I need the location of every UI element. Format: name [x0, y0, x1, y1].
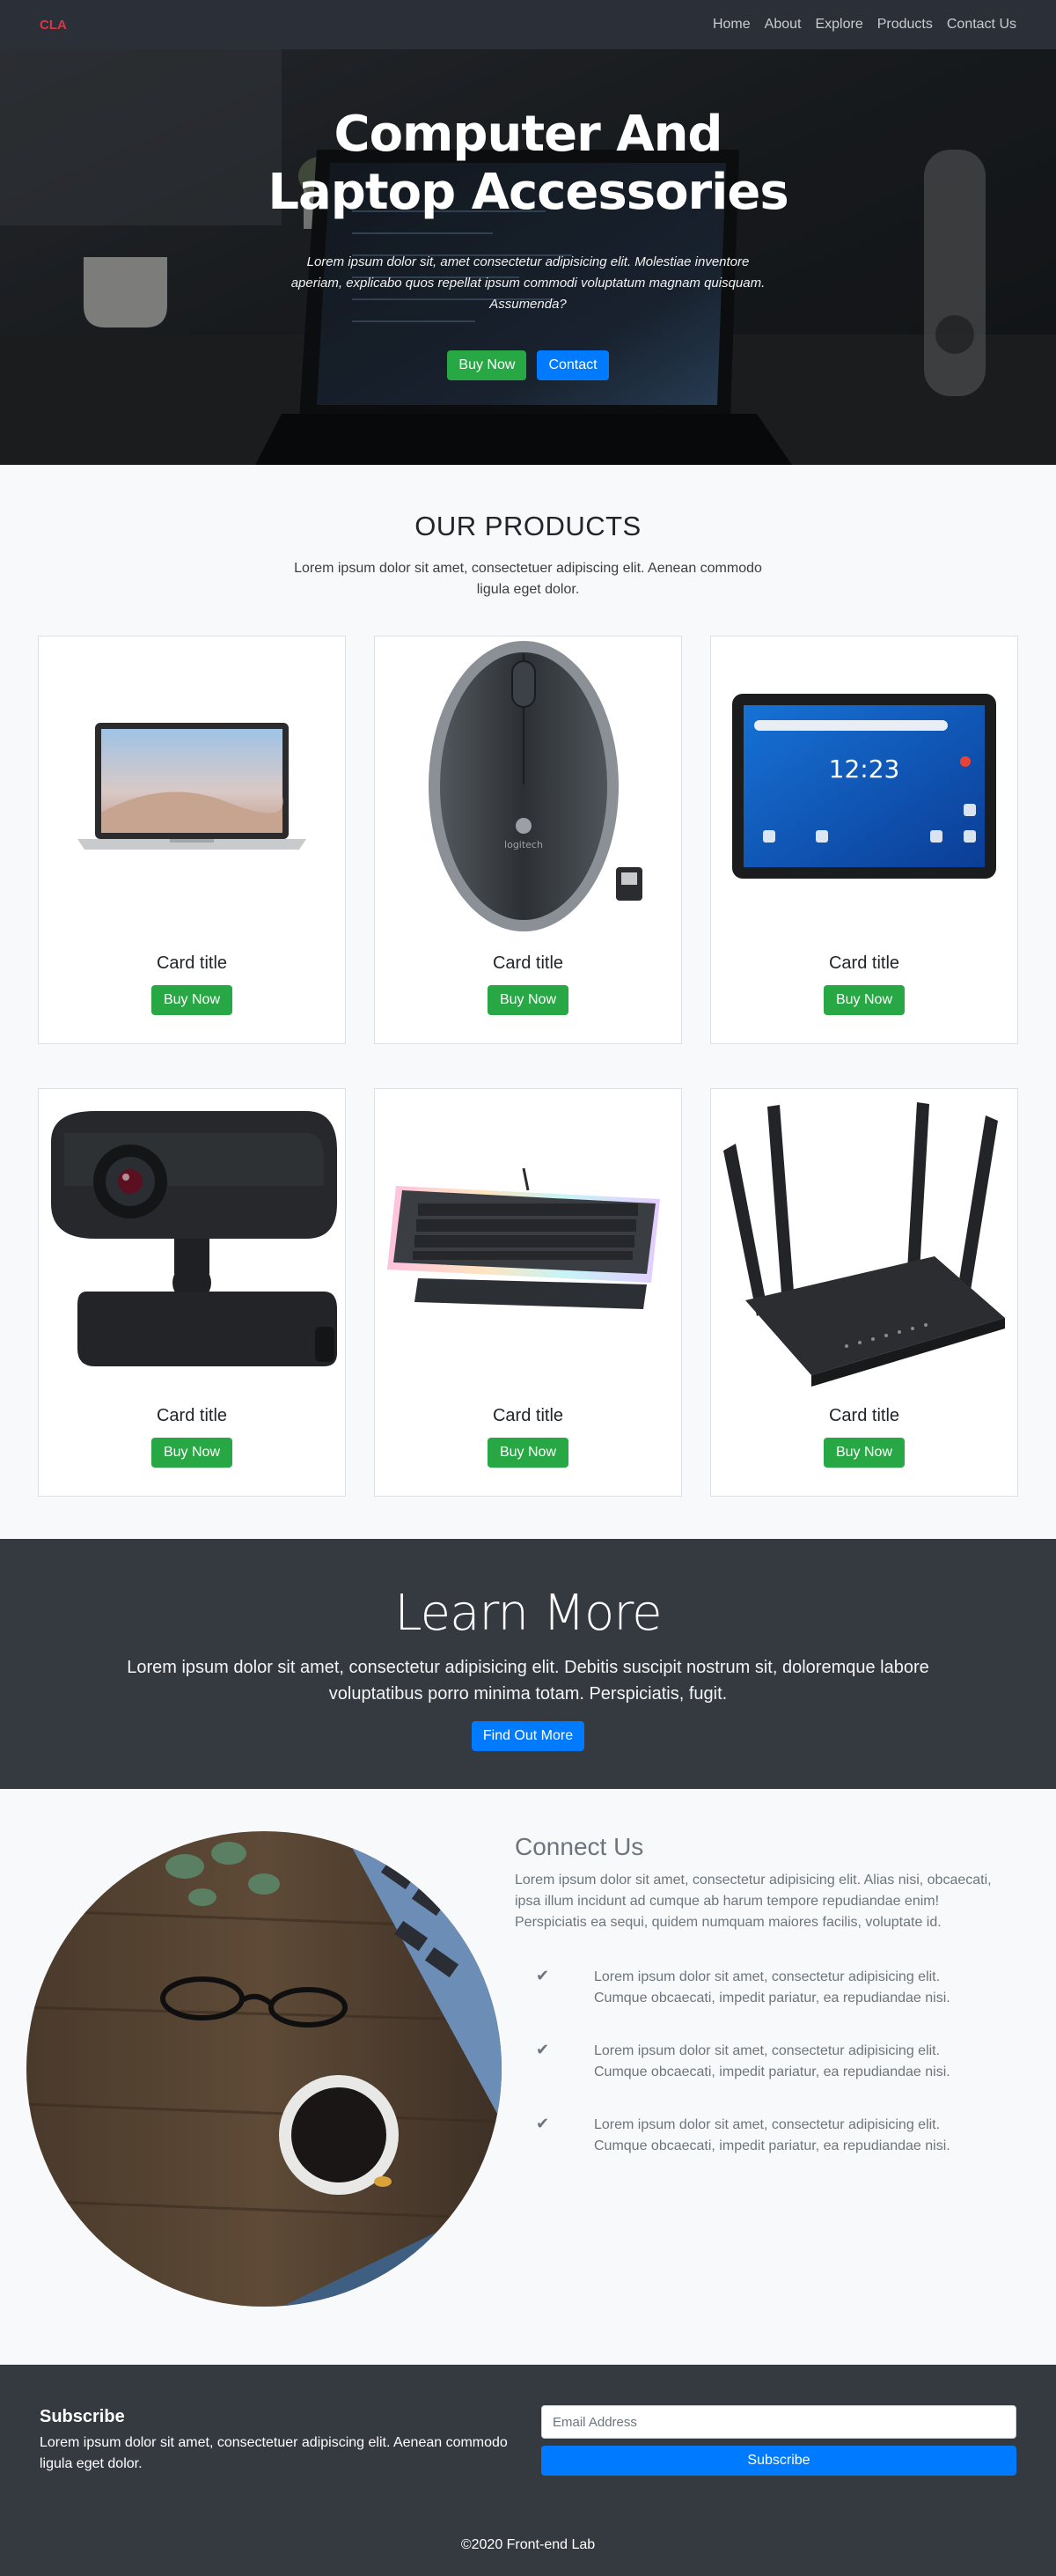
mouse-image: logitech: [375, 637, 681, 936]
tablet-clock: 12:23: [829, 754, 900, 784]
product-card: Card title Buy Now: [710, 1088, 1018, 1497]
card-title: Card title: [492, 1406, 564, 1425]
card-buy-now-button[interactable]: Buy Now: [150, 1438, 233, 1468]
hero-title-line1: Computer And: [334, 106, 722, 163]
card-title: Card title: [156, 953, 228, 973]
learn-more-section: Learn More Lorem ipsum dolor sit amet, c…: [0, 1539, 1056, 1789]
subscribe-button[interactable]: Subscribe: [541, 2446, 1016, 2476]
connect-content: Connect Us Lorem ipsum dolor sit amet, c…: [515, 1833, 1008, 2157]
brand-logo[interactable]: CLA: [40, 18, 67, 33]
card-buy-now-button[interactable]: Buy Now: [823, 985, 906, 1015]
connect-section: Connect Us Lorem ipsum dolor sit amet, c…: [0, 1789, 1056, 2365]
card-buy-now-button[interactable]: Buy Now: [150, 985, 233, 1015]
product-card: logitech Card title Buy Now: [374, 636, 682, 1044]
subscribe-info: Subscribe Lorem ipsum dolor sit amet, co…: [40, 2407, 515, 2475]
check-icon: ✔: [536, 2115, 550, 2132]
connect-intro: Lorem ipsum dolor sit amet, consectetur …: [515, 1873, 992, 1930]
nav-links: Home About Explore Products Contact Us: [713, 17, 1016, 33]
learn-more-text: Lorem ipsum dolor sit amet, consectetur …: [127, 1658, 929, 1704]
card-buy-now-button[interactable]: Buy Now: [823, 1438, 906, 1468]
find-out-more-button[interactable]: Find Out More: [471, 1721, 585, 1751]
product-card: Card title Buy Now: [38, 636, 346, 1044]
learn-more-heading: Learn More: [394, 1585, 662, 1642]
copyright: ©2020 Front-end Lab: [460, 2537, 596, 2552]
hero-content: Computer And Laptop Accessories Lorem ip…: [0, 49, 1056, 465]
hero-contact-button[interactable]: Contact: [537, 350, 609, 380]
products-section: OUR PRODUCTS Lorem ipsum dolor sit amet,…: [0, 465, 1056, 1539]
hero-text: Lorem ipsum dolor sit, amet consectetur …: [290, 254, 766, 312]
card-title: Card title: [828, 953, 900, 973]
router-image: [711, 1089, 1017, 1388]
mouse-brand-label: logitech: [504, 839, 543, 850]
feature-item: ✔ Lorem ipsum dolor sit amet, consectetu…: [515, 2041, 1008, 2083]
footer: Subscribe Lorem ipsum dolor sit amet, co…: [0, 2365, 1056, 2576]
connect-heading: Connect Us: [515, 1833, 644, 1860]
product-card: Card title Buy Now: [374, 1088, 682, 1497]
desk-photo: [26, 1831, 502, 2307]
nav-link-explore[interactable]: Explore: [815, 17, 862, 33]
hero-section: Computer And Laptop Accessories Lorem ip…: [0, 0, 1056, 465]
product-card: 12:23 Card title Buy Now: [710, 636, 1018, 1044]
subscribe-text: Lorem ipsum dolor sit amet, consectetuer…: [40, 2435, 508, 2471]
hero-title-line2: Laptop Accessories: [268, 164, 788, 221]
product-card: Card title Buy Now: [38, 1088, 346, 1497]
feature-text: Lorem ipsum dolor sit amet, consectetur …: [594, 1969, 950, 2006]
feature-item: ✔ Lorem ipsum dolor sit amet, consectetu…: [515, 1967, 1008, 2009]
products-lead: Lorem ipsum dolor sit amet, consectetuer…: [294, 561, 762, 597]
email-input[interactable]: [541, 2405, 1016, 2439]
card-buy-now-button[interactable]: Buy Now: [487, 985, 569, 1015]
subscribe-form: Subscribe: [541, 2405, 1016, 2476]
nav-link-about[interactable]: About: [765, 17, 802, 33]
keyboard-image: [375, 1089, 681, 1388]
hero-title: Computer And Laptop Accessories: [0, 106, 1056, 222]
nav-link-home[interactable]: Home: [713, 17, 751, 33]
navbar: CLA Home About Explore Products Contact …: [0, 0, 1056, 49]
nav-link-contact-us[interactable]: Contact Us: [947, 17, 1016, 33]
subscribe-heading: Subscribe: [40, 2407, 125, 2426]
product-grid: Card title Buy Now logitech Card title B…: [38, 636, 1018, 1497]
hero-buy-now-button[interactable]: Buy Now: [447, 350, 527, 380]
webcam-image: [39, 1089, 345, 1388]
card-title: Card title: [156, 1406, 228, 1425]
card-buy-now-button[interactable]: Buy Now: [487, 1438, 569, 1468]
card-title: Card title: [492, 953, 564, 973]
hero-buttons: Buy Now Contact: [0, 350, 1056, 380]
feature-text: Lorem ipsum dolor sit amet, consectetur …: [594, 2043, 950, 2079]
products-heading: OUR PRODUCTS: [414, 511, 642, 541]
feature-text: Lorem ipsum dolor sit amet, consectetur …: [594, 2117, 950, 2153]
feature-item: ✔ Lorem ipsum dolor sit amet, consectetu…: [515, 2115, 1008, 2157]
check-icon: ✔: [536, 1967, 550, 1984]
tablet-image: 12:23: [711, 637, 1017, 936]
card-title: Card title: [828, 1406, 900, 1425]
laptop-image: [39, 637, 345, 936]
check-icon: ✔: [536, 2041, 550, 2058]
nav-link-products[interactable]: Products: [877, 17, 933, 33]
